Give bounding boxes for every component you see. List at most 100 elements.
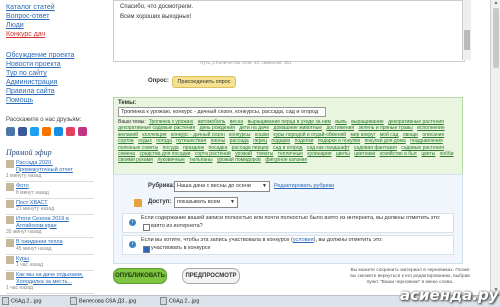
topic-tag[interactable]: посадка (209, 145, 228, 151)
sidebar-nav-link[interactable]: Конкурс дач (6, 30, 100, 39)
topic-tag[interactable]: цветы (421, 151, 435, 157)
topic-tag[interactable]: сад и огород (273, 145, 302, 151)
sidebar-nav-link[interactable]: Новости проекта (6, 60, 100, 69)
sidebar-nav-link[interactable]: Помощь (6, 96, 100, 105)
topic-tag[interactable]: Тропинка к урожаю (149, 119, 193, 125)
topic-tag[interactable]: весна (230, 119, 243, 125)
sidebar-nav-link[interactable]: Каталог статей (6, 3, 100, 12)
feed-item-link[interactable]: Итоги Сезона 2019 в Алтайском крае (6, 216, 94, 229)
sidebar-nav-link[interactable]: Тур по сайту (6, 69, 100, 78)
topic-tag[interactable]: отдых (138, 138, 152, 144)
topic-tag[interactable]: путешествия (176, 138, 206, 144)
topic-tag[interactable]: конкурс - дачный сезон (171, 132, 225, 138)
topic-tag[interactable]: автомобиль (198, 119, 226, 125)
rubric-select[interactable]: Наша дача с весны до осени ▼ (174, 181, 270, 192)
topic-tag[interactable]: покупки для дома (365, 138, 406, 144)
avatar[interactable] (6, 272, 14, 280)
feed-item-link[interactable]: Как мы на даче отдыхаем, Холодилка за ме… (6, 272, 94, 285)
topic-tag[interactable]: поздравления (410, 138, 443, 144)
lock-icon (134, 199, 142, 207)
topic-tag[interactable]: урожай помидоров (217, 157, 261, 163)
topic-tag[interactable]: подарки и покупки (318, 138, 360, 144)
social-share-icon[interactable] (6, 127, 15, 136)
topic-tag[interactable]: коллекция (142, 132, 166, 138)
social-share-icon[interactable] (66, 127, 75, 136)
topic-tag[interactable]: праздник (183, 145, 204, 151)
topic-tag[interactable]: день рождения (200, 125, 235, 131)
topic-tag[interactable]: зелень и пряные травы (359, 125, 413, 131)
edit-rubrics-link[interactable]: Редактировать рубрики (274, 183, 334, 189)
topic-tag[interactable]: кулинария (307, 151, 331, 157)
topic-tag[interactable]: перец (253, 138, 267, 144)
avatar[interactable] (6, 239, 14, 247)
contest-checkbox[interactable] (143, 246, 150, 253)
topic-tag[interactable]: декоративные садовые растения (118, 125, 195, 131)
topic-tag[interactable]: мир вокруг (350, 132, 375, 138)
editor-scrollbar[interactable] (462, 0, 471, 60)
download-item[interactable]: Вилесова С6А Д3...jpg (70, 297, 136, 306)
sidebar-nav-link[interactable]: Люди (6, 21, 100, 30)
topic-tag[interactable]: рассада (230, 138, 249, 144)
topic-tag[interactable]: хобби (440, 151, 454, 157)
topic-tag[interactable]: кошки (255, 132, 269, 138)
topic-tag[interactable]: сад как ландшафт (307, 145, 350, 151)
topic-tag[interactable]: садовая фантазия (354, 145, 397, 151)
topic-tag[interactable]: посуда (163, 145, 179, 151)
attach-poll-button[interactable]: Присоединить опрос (172, 76, 236, 88)
topic-tag[interactable]: декоративные растения (388, 119, 444, 125)
social-share-icon[interactable] (42, 127, 51, 136)
topic-tag[interactable]: хозяйство и быт (380, 151, 417, 157)
topic-tag[interactable]: погода (156, 138, 172, 144)
social-share-icon[interactable] (30, 127, 39, 136)
sidebar-nav-link[interactable]: Правила сайта (6, 87, 100, 96)
scroll-up-icon[interactable]: ▲ (491, 0, 500, 8)
topic-tag[interactable]: своими руками (118, 157, 153, 163)
social-share-icon[interactable] (18, 127, 27, 136)
window-scroll-thumb[interactable] (493, 8, 499, 68)
preview-button[interactable]: ПРЕДПРОСМОТР (182, 268, 240, 284)
social-share-icon[interactable] (54, 127, 63, 136)
comment-content-editor[interactable]: Спасибо, что досмотрели. Всем хороших вы… (113, 0, 465, 62)
download-item[interactable]: С6Ад 2...jpg (2, 297, 41, 306)
avatar[interactable] (6, 216, 14, 224)
topic-tag[interactable]: поделки (295, 138, 314, 144)
avatar[interactable] (6, 183, 14, 191)
topics-input[interactable]: Тропинка к урожаю, конкурс - дачный сезо… (118, 107, 326, 117)
topic-tag[interactable]: полезные советы (118, 145, 158, 151)
topic-tag[interactable]: цветники (354, 151, 375, 157)
topic-tag[interactable]: рассада перцев (232, 145, 269, 151)
topic-tag[interactable]: конкурсы (229, 132, 250, 138)
sidebar-nav-link[interactable]: Вопрос-ответ (6, 12, 100, 21)
social-share-icon[interactable] (78, 127, 87, 136)
topic-tag[interactable]: куры-породой и отдай-обменяй (273, 132, 346, 138)
publish-button[interactable]: ОПУБЛИКОВАТЬ (113, 268, 167, 284)
topic-tag[interactable]: цветы (336, 151, 350, 157)
topic-tag[interactable]: садовые растения (401, 145, 444, 151)
topic-tag[interactable]: достижения (326, 125, 354, 131)
topic-tag[interactable]: выращивание (351, 119, 383, 125)
topic-tag[interactable]: фигурное катание (265, 157, 307, 163)
access-select[interactable]: показывать всем ▼ (174, 197, 238, 208)
sidebar-nav-link[interactable]: Администрация (6, 78, 100, 87)
sidebar-nav-link[interactable]: Обсуждение проекта (6, 51, 100, 60)
copied-checkbox[interactable] (143, 224, 150, 231)
editor-scroll-thumb[interactable] (464, 30, 470, 50)
download-item[interactable]: С6Ад 2...jpg (160, 297, 199, 306)
window-scrollbar[interactable]: ▲ ▼ (490, 0, 500, 295)
avatar[interactable] (6, 199, 14, 208)
topic-tag[interactable]: дети на даче (239, 125, 269, 131)
topic-tag[interactable]: выпь (335, 119, 347, 125)
contest-conditions-link[interactable]: условия (293, 237, 314, 243)
topic-tag[interactable]: луковичные (157, 157, 185, 163)
feed-item-link[interactable]: Рассада 2020. Промежуточный отчет (6, 160, 94, 173)
topic-tag[interactable]: подарки (271, 138, 290, 144)
topic-tag[interactable]: мой сад (380, 132, 399, 138)
topic-tag[interactable]: пионы (211, 138, 226, 144)
topic-tag[interactable]: домашние животные (274, 125, 323, 131)
file-icon (70, 297, 77, 305)
avatar[interactable] (6, 255, 14, 264)
topic-tag[interactable]: овощи (403, 132, 418, 138)
topic-tag[interactable]: тюльпаны (189, 157, 212, 163)
avatar[interactable] (6, 160, 14, 168)
topic-tag[interactable]: выращивание перца в уходе за ним (248, 119, 331, 125)
